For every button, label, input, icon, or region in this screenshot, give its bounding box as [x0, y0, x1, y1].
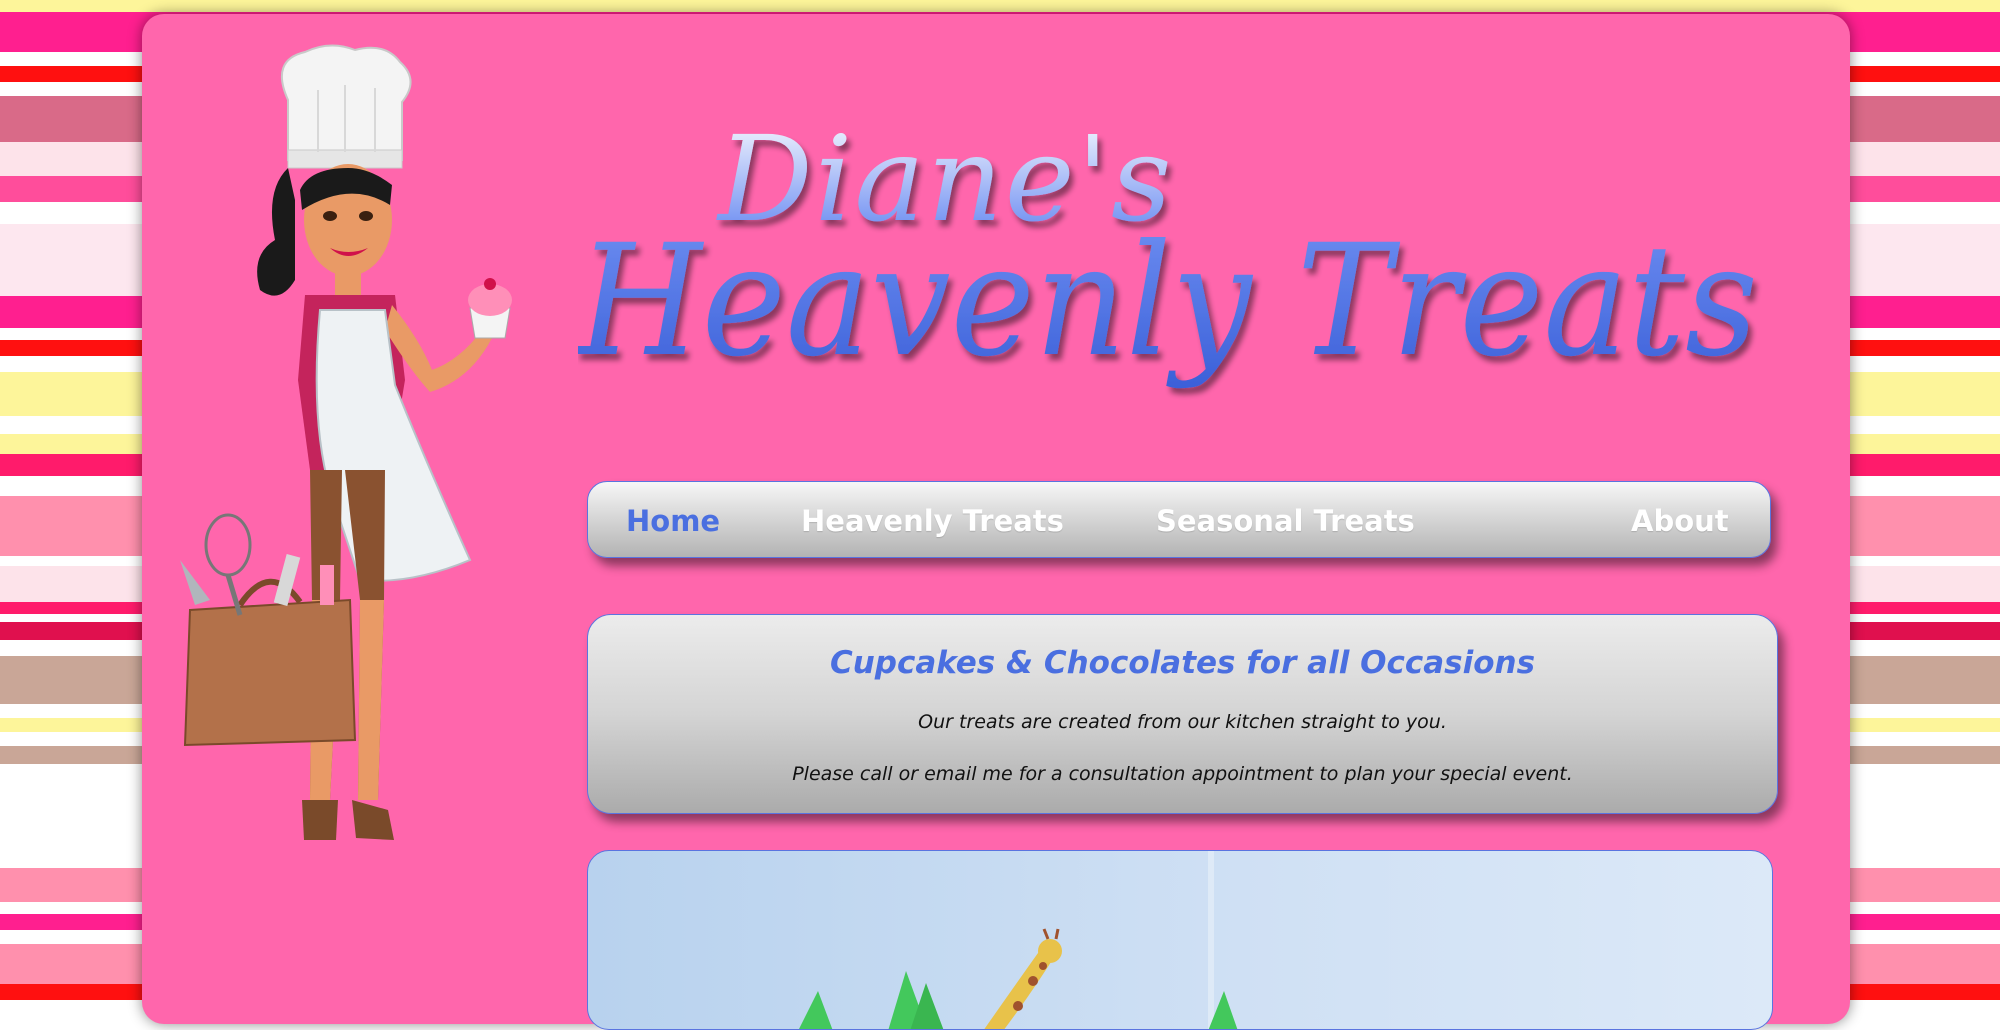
welcome-heading: Cupcakes & Chocolates for all Occasions — [829, 645, 1536, 681]
logo-line2: Heavenly Treats — [578, 212, 1758, 391]
welcome-line-1: Our treats are created from our kitchen … — [918, 711, 1447, 733]
welcome-panel: Cupcakes & Chocolates for all Occasions … — [587, 614, 1778, 814]
nav-home[interactable]: Home — [626, 504, 720, 538]
nav-heavenly-treats[interactable]: Heavenly Treats — [801, 504, 1064, 538]
site-logo[interactable]: Diane's Heavenly Treats — [578, 92, 1778, 452]
nav-seasonal-treats[interactable]: Seasonal Treats — [1156, 504, 1415, 538]
nav-about[interactable]: About — [1631, 504, 1729, 538]
chef-illustration-icon — [180, 44, 512, 840]
welcome-line-2: Please call or email me for a consultati… — [792, 763, 1573, 785]
main-nav: Home Heavenly Treats Seasonal Treats Abo… — [587, 481, 1771, 558]
hero-photo — [587, 850, 1773, 1030]
giraffe-cake-photo — [799, 851, 1238, 1029]
